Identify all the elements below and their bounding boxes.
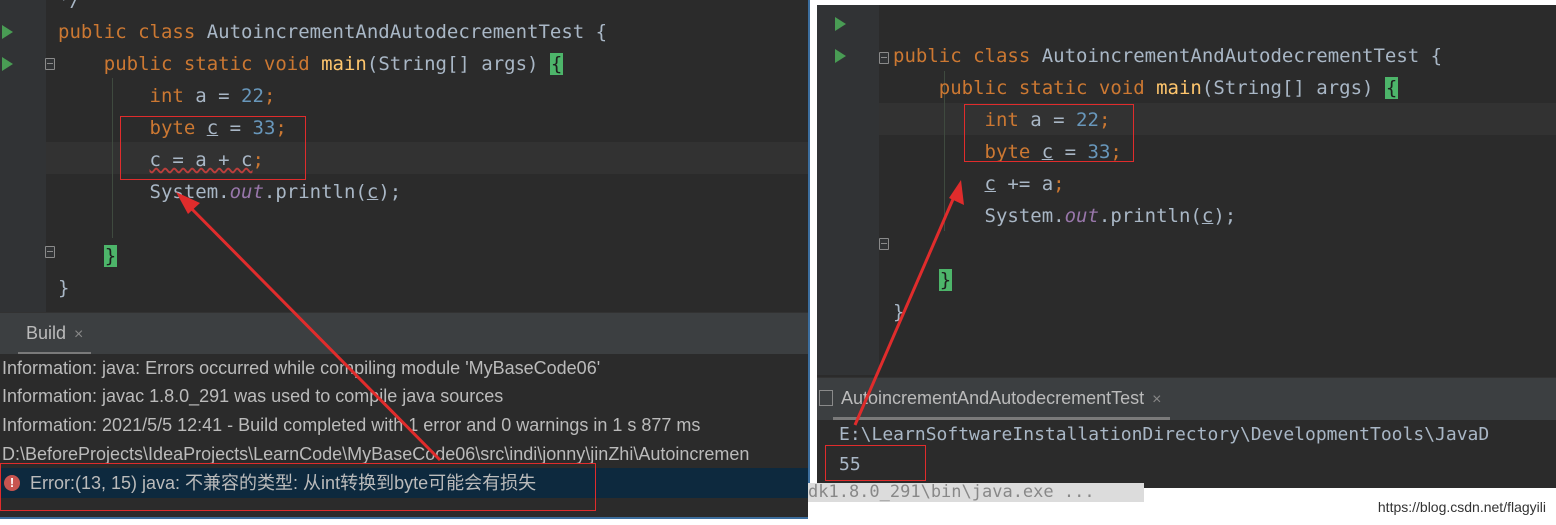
left-arrow-line	[181, 198, 442, 462]
annotation-arrows	[176, 180, 964, 462]
right-arrow-line	[853, 189, 959, 426]
left-arrow-head	[176, 192, 200, 214]
